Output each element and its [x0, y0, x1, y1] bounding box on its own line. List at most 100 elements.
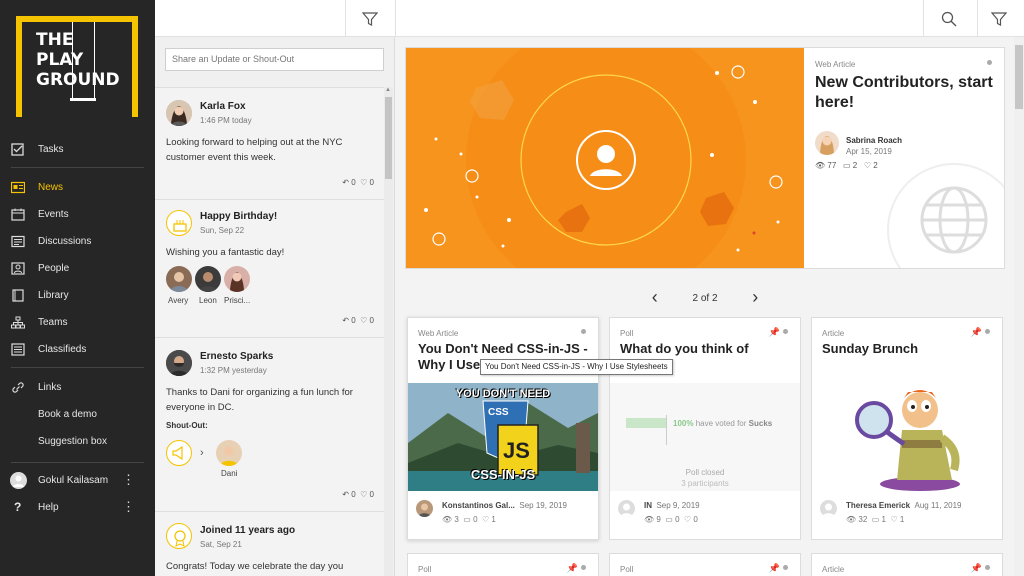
author-name[interactable]: IN — [644, 501, 652, 510]
heart-icon[interactable]: ♡ — [684, 515, 691, 524]
nav-label-people: People — [38, 263, 70, 274]
feed-item: Happy Birthday! Sun, Sep 22 Wishing you … — [155, 199, 384, 337]
pin-icon[interactable]: 📌 — [971, 327, 982, 338]
author-name[interactable]: Konstantinos Gal... — [442, 501, 515, 510]
nav-item-people[interactable]: People — [0, 255, 155, 282]
feed-scrollbar-thumb[interactable] — [385, 97, 392, 179]
reply-icon[interactable]: ↶ — [342, 178, 349, 187]
poll-card[interactable]: Poll 📌 — [609, 553, 801, 576]
comment-count: 1 — [881, 515, 886, 524]
people-icon — [11, 262, 25, 275]
avatar[interactable] — [820, 500, 837, 517]
author-name[interactable]: Sabrina Roach — [846, 136, 902, 145]
avatar[interactable] — [618, 500, 635, 517]
reply-icon[interactable]: ↶ — [342, 490, 349, 499]
playground-logo[interactable]: THE PLAY GROUND — [16, 16, 138, 117]
post-actions: ↶ 0 ♡ 0 — [342, 178, 374, 187]
filter-icon[interactable] — [991, 11, 1007, 27]
post-type-tag: Poll — [418, 565, 432, 574]
shout-out-label: Shout-Out: — [166, 421, 208, 430]
nav-item-discussions[interactable]: Discussions — [0, 228, 155, 255]
nav-item-user[interactable]: Gokul Kailasam ⋮ — [0, 467, 155, 494]
reply-icon[interactable]: ↶ — [342, 316, 349, 325]
pin-icon[interactable]: 📌 — [769, 327, 780, 338]
poll-caption: have voted for — [695, 419, 747, 428]
article-meta: Theresa Emerick Aug 11, 2019 — [846, 501, 962, 510]
heart-icon[interactable]: ♡ — [890, 515, 897, 524]
megaphone-icon — [166, 440, 192, 466]
poll-card[interactable]: Poll 📌 — [407, 553, 599, 576]
person-name: Prisci... — [224, 296, 251, 305]
pin-icon[interactable]: 📌 — [567, 563, 578, 574]
nav-item-help[interactable]: ? Help ⋮ — [0, 494, 155, 521]
feed-scrollbar[interactable]: ▲ — [384, 87, 393, 576]
heart-icon[interactable]: ♡ — [360, 490, 367, 499]
discussions-icon — [11, 235, 25, 248]
logo-frame-left — [16, 16, 22, 117]
news-icon — [11, 181, 25, 194]
avatar[interactable] — [195, 266, 221, 292]
comment-icon[interactable]: ▭ — [665, 515, 673, 524]
nav-item-classifieds[interactable]: Classifieds — [0, 336, 155, 363]
heart-icon[interactable]: ♡ — [360, 178, 367, 187]
poll-result-text: 100% have voted for Sucks — [673, 419, 772, 428]
avatar[interactable] — [815, 131, 839, 155]
help-menu-dots-icon[interactable]: ⋮ — [122, 499, 135, 515]
article-image[interactable]: YOU DON'T NEED CSS JS CSS-IN-JS — [408, 383, 598, 491]
avatar[interactable] — [416, 500, 433, 517]
featured-article-image[interactable] — [406, 48, 804, 268]
eye-icon: 👁 — [815, 161, 826, 170]
comment-icon[interactable]: ▭ — [872, 515, 880, 524]
next-arrow-icon[interactable]: › — [752, 287, 758, 307]
heart-icon[interactable]: ♡ — [864, 161, 871, 170]
nav-item-book-demo[interactable]: Book a demo — [0, 401, 155, 428]
article-card[interactable]: Web Article You Don't Need CSS-in-JS - W… — [407, 317, 599, 540]
nav-item-events[interactable]: Events — [0, 201, 155, 228]
status-dot — [985, 565, 990, 570]
scroll-up-icon[interactable]: ▲ — [385, 87, 391, 93]
author-name[interactable]: Ernesto Sparks — [200, 351, 273, 362]
person-name: Leon — [199, 296, 217, 305]
featured-article-card[interactable]: Web Article New Contributors, start here… — [405, 47, 1005, 269]
reply-count: 0 — [351, 490, 356, 499]
avatar[interactable] — [216, 440, 242, 466]
article-card[interactable]: Article 📌 Sunday Brunch Theresa Emerick … — [811, 317, 1003, 540]
article-title[interactable]: Sunday Brunch — [822, 341, 994, 357]
share-update-input[interactable]: Share an Update or Shout-Out — [165, 48, 384, 71]
post-date: Apr 15, 2019 — [846, 147, 892, 156]
article-image[interactable] — [842, 380, 972, 492]
avatar[interactable] — [166, 100, 192, 126]
avatar[interactable] — [166, 350, 192, 376]
author-name[interactable]: Theresa Emerick — [846, 501, 910, 510]
comment-icon[interactable]: ▭ — [843, 161, 851, 170]
feed-filter-icon[interactable] — [362, 11, 378, 27]
nav-item-tasks[interactable]: Tasks — [0, 136, 155, 163]
classifieds-icon — [11, 343, 25, 356]
article-card[interactable]: Article 📌 — [811, 553, 1003, 576]
main-scrollbar-thumb[interactable] — [1015, 45, 1023, 109]
pin-icon[interactable]: 📌 — [769, 563, 780, 574]
post-date: Sun, Sep 22 — [200, 226, 245, 235]
prev-arrow-icon[interactable]: ‹ — [652, 287, 658, 307]
avatar[interactable] — [224, 266, 250, 292]
avatar[interactable] — [166, 266, 192, 292]
user-menu-dots-icon[interactable]: ⋮ — [122, 472, 135, 488]
heart-icon[interactable]: ♡ — [482, 515, 489, 524]
poll-results: 100% have voted for Sucks Poll closed 3 … — [610, 383, 800, 491]
poll-card[interactable]: Poll 📌 What do you think of Remit? 100% … — [609, 317, 801, 540]
nav-item-suggestion-box[interactable]: Suggestion box — [0, 428, 155, 455]
nav-item-library[interactable]: Library — [0, 282, 155, 309]
pin-icon[interactable]: 📌 — [971, 563, 982, 574]
post-type-tag: Poll — [620, 329, 634, 338]
nav-label-links: Links — [38, 382, 62, 393]
search-icon[interactable] — [941, 11, 957, 27]
featured-article-title[interactable]: New Contributors, start here! — [815, 73, 995, 113]
comment-icon[interactable]: ▭ — [463, 515, 471, 524]
nav-item-news[interactable]: News — [0, 174, 155, 201]
main-scrollbar[interactable] — [1014, 37, 1024, 576]
nav-item-links[interactable]: Links — [0, 374, 155, 401]
heart-icon[interactable]: ♡ — [360, 316, 367, 325]
nav-divider — [11, 167, 144, 168]
author-name[interactable]: Karla Fox — [200, 101, 246, 112]
nav-item-teams[interactable]: Teams — [0, 309, 155, 336]
